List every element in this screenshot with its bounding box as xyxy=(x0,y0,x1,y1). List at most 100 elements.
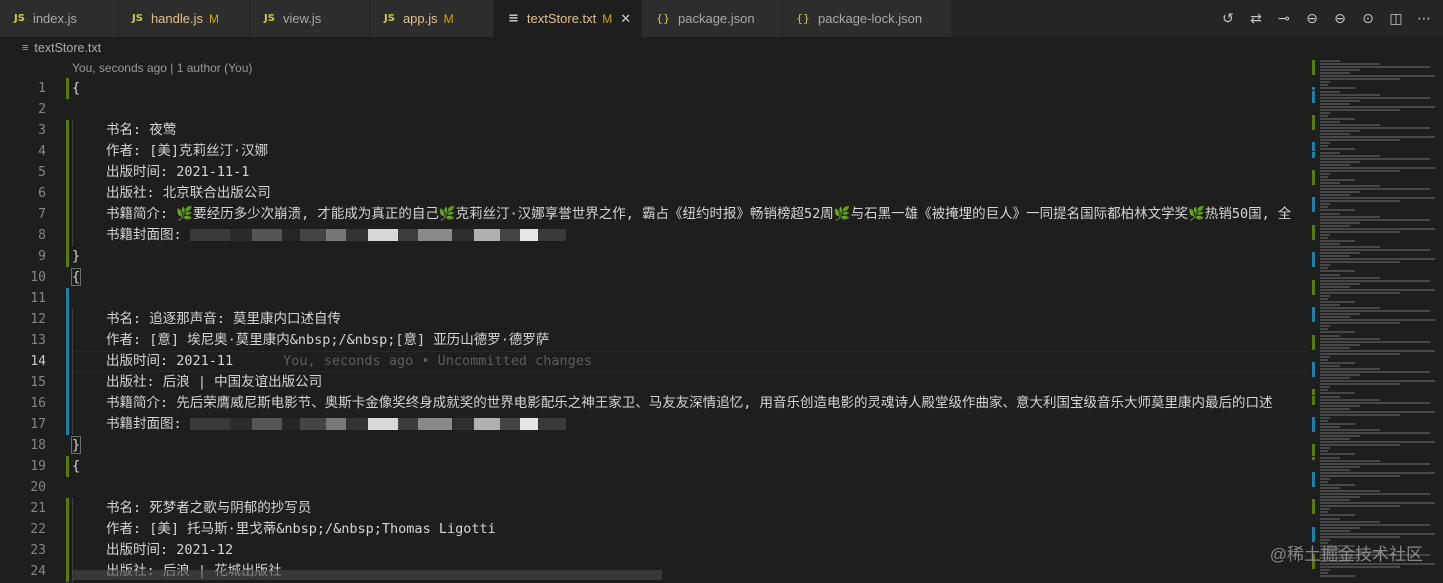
next-change-icon[interactable]: ⊖ xyxy=(1331,11,1349,27)
minimap-line xyxy=(1320,136,1435,139)
source-control-icon[interactable]: ⊙ xyxy=(1359,11,1377,27)
minimap-line xyxy=(1320,398,1380,401)
code-line[interactable]: 22 作者: [美] 托马斯·里戈蒂&nbsp;/&nbsp;Thomas Lig… xyxy=(0,519,1310,540)
tab-label: package-lock.json xyxy=(818,11,923,26)
git-modified-marker[interactable] xyxy=(66,393,69,414)
minimap-line xyxy=(1320,407,1350,410)
git-added-marker[interactable] xyxy=(66,561,69,582)
minimap-line xyxy=(1320,66,1430,69)
minimap-line xyxy=(1320,392,1355,395)
code-line[interactable]: 13 作者: [意] 埃尼奥·莫里康内&nbsp;/&nbsp;[意] 亚历山德罗… xyxy=(0,330,1310,351)
git-modified-marker[interactable] xyxy=(66,372,69,393)
code-line[interactable]: 16 书籍简介: 先后荣膺威尼斯电影节、奥斯卡金像奖终身成就奖的世界电影配乐之神王… xyxy=(0,393,1310,414)
minimap-line xyxy=(1320,471,1435,474)
git-added-marker[interactable] xyxy=(66,456,69,477)
code-line[interactable]: 11 xyxy=(0,288,1310,309)
minimap-line xyxy=(1320,496,1360,499)
minimap-line xyxy=(1320,422,1355,425)
minimap-change-marker xyxy=(1312,401,1315,405)
timeline-icon[interactable]: ↺ xyxy=(1219,11,1237,27)
code-line[interactable]: 3 书名: 夜莺 xyxy=(0,120,1310,141)
minimap-line xyxy=(1320,304,1340,306)
tab-package-lock-json[interactable]: {} package-lock.json xyxy=(782,0,952,37)
code-line[interactable]: 6 出版社: 北京联合出版公司 xyxy=(0,183,1310,204)
split-editor-icon[interactable]: ◫ xyxy=(1387,11,1405,27)
git-modified-marker[interactable] xyxy=(66,414,69,435)
minimap-line xyxy=(1320,154,1380,157)
git-added-marker[interactable] xyxy=(66,225,69,246)
minimap-line xyxy=(1320,233,1330,236)
minimap-line xyxy=(1320,239,1355,242)
git-modified-marker[interactable] xyxy=(66,309,69,330)
git-added-marker[interactable] xyxy=(66,183,69,204)
minimap-line xyxy=(1320,279,1430,282)
tab-view-js[interactable]: JS view.js xyxy=(250,0,370,37)
code-line[interactable]: 4 作者: [美]克莉丝汀·汉娜 xyxy=(0,141,1310,162)
git-added-marker[interactable] xyxy=(66,498,69,519)
breadcrumb[interactable]: ≡ textStore.txt xyxy=(0,37,1322,59)
minimap-line xyxy=(1320,529,1350,532)
line-text: { xyxy=(72,78,80,99)
minimap-line xyxy=(1320,532,1435,535)
indent-guide xyxy=(72,414,73,435)
git-added-marker[interactable] xyxy=(66,204,69,225)
more-actions-icon[interactable]: ⋯ xyxy=(1415,11,1433,27)
line-text: 书籍封面图: xyxy=(106,225,566,246)
git-added-marker[interactable] xyxy=(66,519,69,540)
code-line[interactable]: 20 xyxy=(0,477,1310,498)
compare-changes-icon[interactable]: ⇄ xyxy=(1247,11,1265,27)
minimap-line xyxy=(1320,404,1360,407)
git-added-marker[interactable] xyxy=(66,162,69,183)
git-commit-icon[interactable]: ⊸ xyxy=(1275,11,1293,27)
code-line[interactable]: 8 书籍封面图: xyxy=(0,225,1310,246)
line-number: 22 xyxy=(30,522,46,537)
git-modified-marker[interactable] xyxy=(66,351,69,372)
close-icon[interactable]: ✕ xyxy=(620,11,631,27)
minimap[interactable] xyxy=(1312,58,1443,583)
code-line[interactable]: 15 出版社: 后浪 | 中国友谊出版公司 xyxy=(0,372,1310,393)
tab-textstore-txt[interactable]: ≡ textStore.txt M ✕ xyxy=(494,0,642,37)
git-added-marker[interactable] xyxy=(66,246,69,267)
code-editor[interactable]: 1{2 3 书名: 夜莺 4 作者: [美]克莉丝汀·汉娜 5 出版时间: 2021-11-… xyxy=(0,78,1310,583)
redaction-block xyxy=(345,229,368,241)
code-line[interactable]: 1{ xyxy=(0,78,1310,99)
code-line[interactable]: 9} xyxy=(0,246,1310,267)
minimap-line xyxy=(1320,78,1400,81)
previous-change-icon[interactable]: ⊖ xyxy=(1303,11,1321,27)
code-line[interactable]: 5 出版时间: 2021-11-1 xyxy=(0,162,1310,183)
redaction-block xyxy=(251,229,282,241)
code-line[interactable]: 19 { xyxy=(0,456,1310,477)
line-number: 17 xyxy=(30,417,46,432)
code-line[interactable]: 7 书籍简介: 🌿要经历多少次崩溃, 才能成为真正的自己🌿克莉丝汀·汉娜享誉世界之… xyxy=(0,204,1310,225)
redaction-block xyxy=(451,418,474,430)
line-content: 作者: [美] 托马斯·里戈蒂&nbsp;/&nbsp;Thomas Ligot… xyxy=(106,521,496,537)
minimap-line xyxy=(1320,361,1355,364)
code-line[interactable]: 14 出版时间: 2021-11 You, seconds ago • Uncomm… xyxy=(0,351,1310,372)
code-line[interactable]: 2 xyxy=(0,99,1310,120)
minimap-line xyxy=(1320,252,1360,255)
git-added-marker[interactable] xyxy=(66,78,69,99)
minimap-line xyxy=(1320,96,1430,99)
code-line[interactable]: 12 书名: 追逐那声音: 莫里康内口述自传 xyxy=(0,309,1310,330)
tab-handle-js[interactable]: JS handle.js M xyxy=(118,0,250,37)
tab-package-json[interactable]: {} package.json xyxy=(642,0,782,37)
minimap-line xyxy=(1320,69,1360,72)
git-modified-marker[interactable] xyxy=(66,288,69,309)
git-added-marker[interactable] xyxy=(66,120,69,141)
code-line[interactable]: 23 出版时间: 2021-12 xyxy=(0,540,1310,561)
git-added-marker[interactable] xyxy=(66,540,69,561)
indent-guide xyxy=(72,498,73,519)
breadcrumb-file[interactable]: textStore.txt xyxy=(34,41,101,55)
code-line[interactable]: 18} xyxy=(0,435,1310,456)
tab-index-js[interactable]: JS index.js xyxy=(0,0,118,37)
minimap-line xyxy=(1320,178,1355,181)
git-modified-marker[interactable] xyxy=(66,330,69,351)
code-line[interactable]: 21 书名: 死梦者之歌与阴郁的抄写员 xyxy=(0,498,1310,519)
horizontal-scrollbar[interactable] xyxy=(72,570,662,580)
code-line[interactable]: 17 书籍封面图: xyxy=(0,414,1310,435)
minimap-line xyxy=(1320,224,1350,227)
code-line[interactable]: 10 { xyxy=(0,267,1310,288)
codelens-blame[interactable]: You, seconds ago | 1 author (You) xyxy=(72,61,252,75)
tab-app-js[interactable]: JS app.js M xyxy=(370,0,494,37)
git-added-marker[interactable] xyxy=(66,141,69,162)
